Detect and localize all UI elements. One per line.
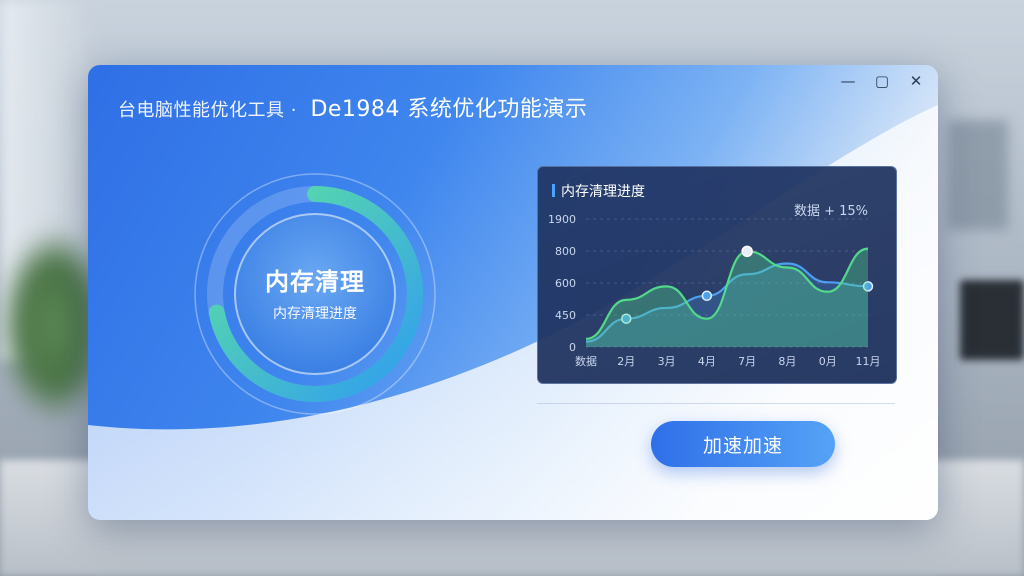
y-tick-label: 1900 bbox=[548, 213, 576, 226]
y-tick-label: 800 bbox=[555, 245, 576, 258]
x-tick-label: 0月 bbox=[819, 355, 837, 368]
app-title: 台电脑性能优化工具 · De1984 系统优化功能演示 bbox=[118, 91, 587, 123]
x-tick-label: 数据 bbox=[575, 354, 597, 368]
data-point-highlight bbox=[741, 245, 753, 258]
ring-subtitle: 内存清理进度 bbox=[273, 306, 357, 322]
y-tick-label: 0 bbox=[569, 341, 576, 354]
maximize-icon[interactable]: ▢ bbox=[874, 73, 890, 89]
ring-title: 内存清理 bbox=[265, 268, 365, 296]
app-title-main: De1984 系统优化功能演示 bbox=[310, 97, 588, 122]
line-chart: 1900 800 600 450 0数据 2月 3月 4月 7月 8月 0月 11月 数据 + 15% bbox=[548, 204, 881, 368]
window-controls: — ▢ ✕ bbox=[840, 73, 924, 89]
y-tick-label: 600 bbox=[555, 277, 576, 290]
x-tick-label: 4月 bbox=[698, 355, 716, 368]
app-window: — ▢ ✕ 台电脑性能优化工具 · De1984 系统优化功能演示 内存清理 内… bbox=[88, 65, 938, 520]
minimize-icon[interactable]: — bbox=[840, 73, 856, 89]
y-tick-label: 450 bbox=[555, 309, 576, 322]
x-tick-label: 3月 bbox=[658, 355, 676, 368]
background-monitor bbox=[960, 280, 1024, 360]
divider bbox=[537, 403, 895, 404]
accelerate-button[interactable]: 加速加速 bbox=[651, 421, 835, 467]
x-tick-label: 8月 bbox=[778, 355, 796, 368]
app-title-prefix: 台电脑性能优化工具 · bbox=[118, 100, 297, 121]
ring-label: 内存清理 内存清理进度 bbox=[191, 262, 439, 323]
memory-clean-ring[interactable]: 内存清理 内存清理进度 bbox=[191, 170, 439, 418]
close-icon[interactable]: ✕ bbox=[908, 73, 924, 89]
x-tick-label: 11月 bbox=[856, 355, 881, 368]
data-point bbox=[701, 290, 713, 302]
background-picture-frame bbox=[948, 120, 1008, 230]
series-area bbox=[586, 248, 868, 347]
chart-annotation: 数据 + 15% bbox=[794, 204, 868, 219]
x-tick-label: 7月 bbox=[738, 355, 756, 368]
x-tick-label: 2月 bbox=[617, 355, 635, 368]
chart-card: 内存清理进度 1900 800 600 450 0 数据 2月 3月 4月 7月 8月 0月 11月 数据… bbox=[537, 166, 897, 384]
